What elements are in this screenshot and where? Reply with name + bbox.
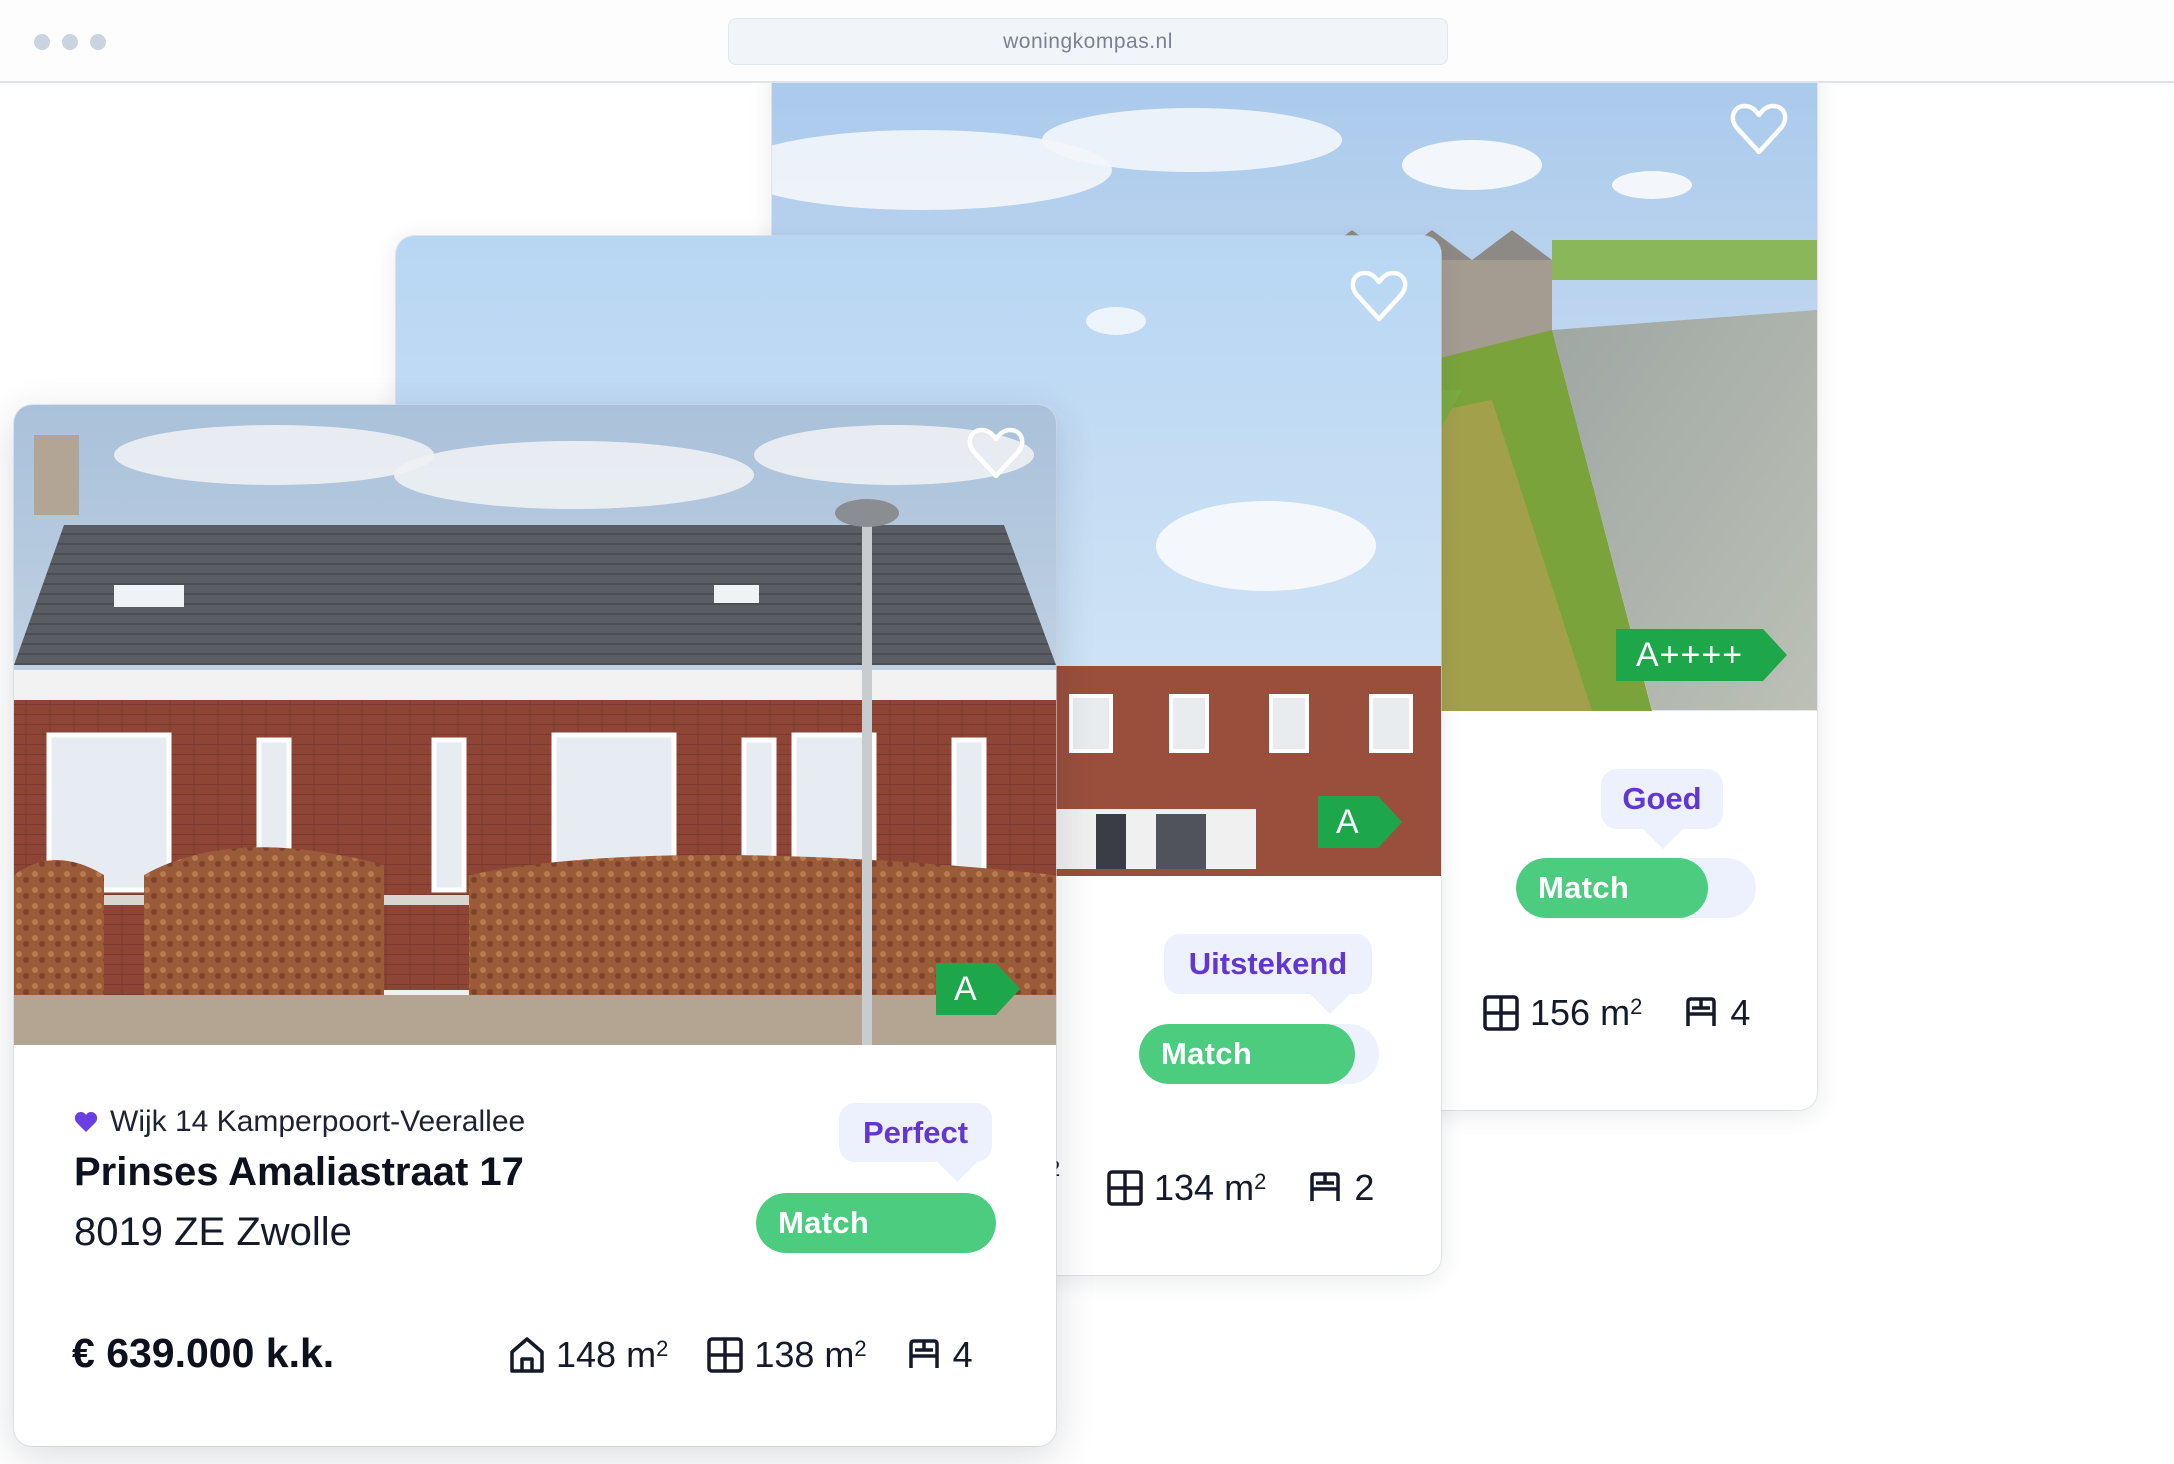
match-bar-3: Match <box>1516 858 1756 918</box>
heart-outline-icon <box>1730 103 1788 155</box>
feature-plot-area-1: 138 m2 <box>706 1334 867 1376</box>
match-rating-bubble-3: Goed <box>1601 769 1723 849</box>
match-rating-2: Uitstekend <box>1188 946 1348 981</box>
listing-photo-1[interactable]: A <box>14 405 1056 1045</box>
heart-filled-icon <box>74 1112 98 1132</box>
neighborhood: Wijk 14 Kamperpoort-Veerallee <box>74 1105 525 1139</box>
listing-street[interactable]: Prinses Amaliastraat 17 <box>74 1150 524 1195</box>
features-row-3: 156 m2 4 <box>1482 992 1750 1034</box>
favorite-button-1[interactable] <box>966 426 1026 480</box>
features-row-1: 148 m2 138 m2 4 <box>508 1334 973 1376</box>
match-bar-2: Match <box>1139 1024 1379 1084</box>
features-row-2: 134 m2 2 <box>1106 1167 1374 1209</box>
favorite-button-3[interactable] <box>1729 102 1789 156</box>
match-bar-1: Match <box>756 1193 996 1253</box>
bed-icon <box>1686 997 1717 1026</box>
heart-outline-icon <box>1350 270 1408 322</box>
neighborhood-name: Wijk 14 Kamperpoort-Veerallee <box>110 1105 526 1138</box>
feature-living-area-1: 148 m2 <box>508 1334 668 1376</box>
match-label-2: Match <box>1161 1036 1253 1071</box>
feature-bedrooms-1: 4 <box>905 1334 973 1376</box>
listing-city: 8019 ZE Zwolle <box>74 1210 352 1254</box>
match-rating-bubble-2: Uitstekend <box>1164 934 1372 1014</box>
address-bar[interactable]: woningkompas.nl <box>728 18 1448 65</box>
feature-bedrooms-2: 2 <box>1306 1167 1374 1209</box>
floorplan-icon <box>1483 995 1519 1031</box>
floorplan-icon <box>1107 1170 1143 1206</box>
house-icon <box>510 1337 544 1373</box>
window-dot-close[interactable] <box>34 34 50 50</box>
address-bar-url: woningkompas.nl <box>1003 29 1173 53</box>
feature-plot-area-2: 134 m2 <box>1106 1167 1266 1209</box>
heart-outline-icon <box>967 427 1025 479</box>
favorite-button-2[interactable] <box>1349 269 1409 323</box>
feature-bedrooms-3: 4 <box>1682 992 1750 1034</box>
feature-plot-area-3: 156 m2 <box>1482 992 1642 1034</box>
energy-label-2: A <box>1318 796 1402 848</box>
listing-price: € 639.000 k.k. <box>72 1330 335 1376</box>
listing-card-1[interactable]: A Wijk 14 Kamperpoort-Veerallee Prinses … <box>14 405 1056 1446</box>
window-dot-maximize[interactable] <box>90 34 106 50</box>
match-rating-1: Perfect <box>862 1114 969 1150</box>
match-rating-bubble-1: Perfect <box>839 1103 992 1182</box>
match-label-1: Match <box>778 1205 870 1240</box>
bed-icon <box>908 1339 939 1368</box>
window-dot-minimize[interactable] <box>62 34 78 50</box>
bed-icon <box>1310 1172 1341 1201</box>
browser-chrome: woningkompas.nl <box>0 0 2174 83</box>
energy-label-3: A++++ <box>1616 629 1788 681</box>
match-label-3: Match <box>1538 870 1630 905</box>
floorplan-icon <box>707 1337 744 1373</box>
match-rating-3: Goed <box>1622 781 1702 816</box>
energy-label-1: A <box>936 963 1020 1015</box>
